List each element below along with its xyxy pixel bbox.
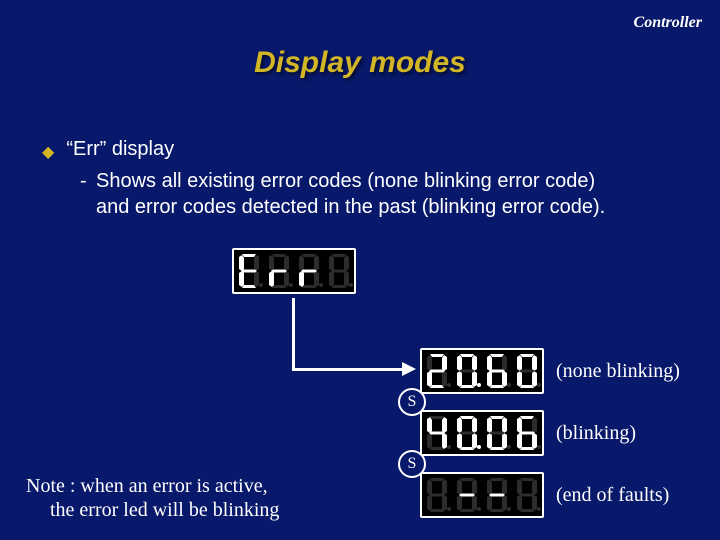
annotation-end: (end of faults) <box>556 484 669 507</box>
bullet-text: “Err” display <box>66 138 174 161</box>
note-line1: Note : when an error is active, <box>26 474 279 498</box>
arrow-right-icon <box>402 362 416 376</box>
annotation-none-blinking: (none blinking) <box>556 360 680 383</box>
lcd-panel-2 <box>420 410 544 456</box>
sub-bullet-text: Shows all existing error codes (none bli… <box>96 170 605 218</box>
annotation-blinking: (blinking) <box>556 422 636 445</box>
s-badge-2: S <box>398 450 426 478</box>
sub-bullet: - Shows all existing error codes (none b… <box>96 168 616 220</box>
lcd-panel-3 <box>420 472 544 518</box>
note: Note : when an error is active, the erro… <box>26 474 279 522</box>
arrow-horizontal <box>292 368 404 371</box>
lcd-panel-1 <box>420 348 544 394</box>
page-title: Display modes <box>0 46 720 80</box>
s-badge-1: S <box>398 388 426 416</box>
note-line2: the error led will be blinking <box>26 498 279 522</box>
bullet-item: ◆ “Err” display <box>42 138 174 162</box>
diamond-icon: ◆ <box>42 142 54 162</box>
arrow-vertical <box>292 298 295 370</box>
lcd-panel-err <box>232 248 356 294</box>
header-label: Controller <box>634 14 702 32</box>
